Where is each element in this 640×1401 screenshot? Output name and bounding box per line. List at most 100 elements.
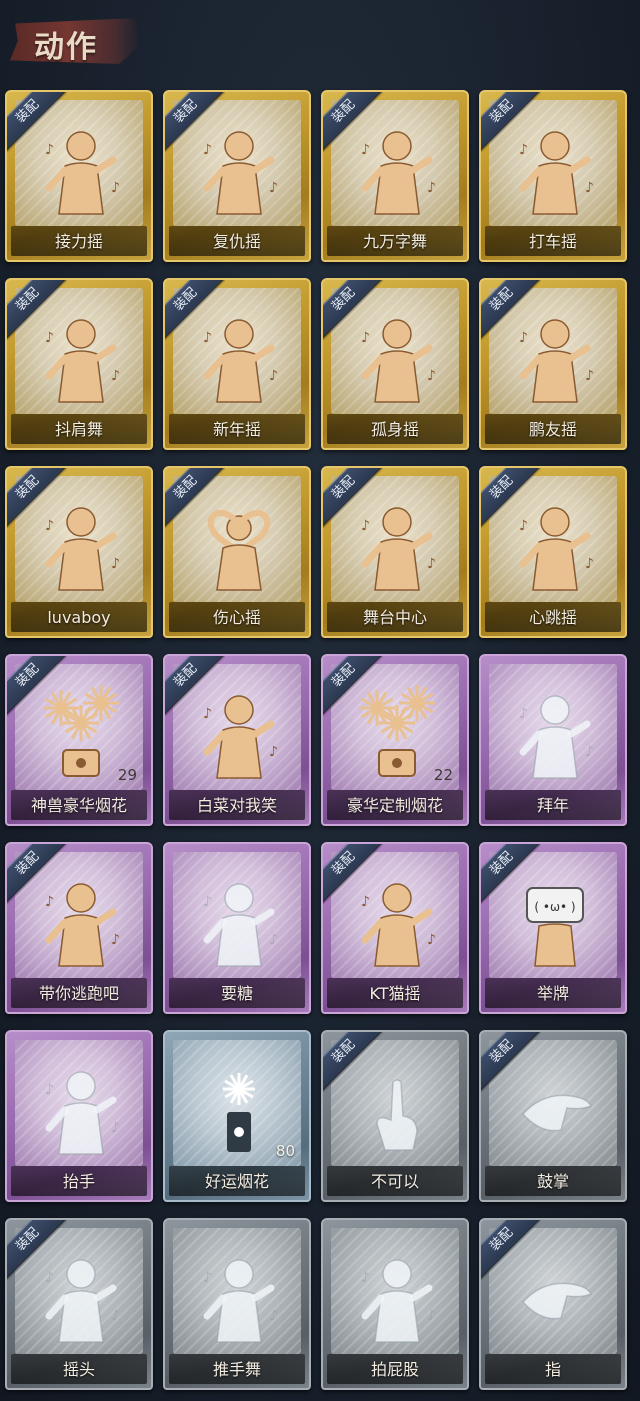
svg-text:♪: ♪ [427,556,436,572]
figure-icon: ♪ ♪ [189,1242,289,1352]
emote-card[interactable]: 22 豪华定制烟花 装配 [321,654,469,826]
emote-card[interactable]: ♪ ♪ 复仇摇 装配 [163,90,311,262]
emote-card[interactable]: 伤心摇 装配 [163,466,311,638]
emote-card[interactable]: ♪ ♪ 带你逃跑吧 装配 [5,842,153,1014]
svg-text:♪: ♪ [585,556,594,572]
emote-name: 打车摇 [528,232,577,251]
emote-name: 好运烟花 [204,1172,269,1191]
emote-name: 心跳摇 [528,608,577,627]
equipped-badge: 装配 [165,656,225,716]
emote-card[interactable]: ♪ ♪ 孤身摇 装配 [321,278,469,450]
svg-text:♪: ♪ [45,1082,54,1098]
emote-name: 举牌 [536,984,569,1003]
svg-text:♪: ♪ [585,368,594,384]
equip-ribbon: 装配 [165,92,225,152]
svg-text:♪: ♪ [269,1308,278,1324]
emote-card[interactable]: ♪ ♪ 要糖 [163,842,311,1014]
emote-card[interactable]: ♪ ♪ luvaboy 装配 [5,466,153,638]
svg-text:♪: ♪ [427,180,436,196]
equipped-badge: 装配 [7,844,67,904]
emote-card[interactable]: ♪ ♪ 接力摇 装配 [5,90,153,262]
emote-card[interactable]: 指 装配 [479,1218,627,1390]
emote-name: 伤心摇 [212,608,261,627]
equipped-badge: 装配 [7,280,67,340]
emote-card[interactable]: ♪ ♪ 白菜对我笑 装配 [163,654,311,826]
emote-card[interactable]: ♪ ♪ 摇头 装配 [5,1218,153,1390]
equipped-badge: 装配 [7,468,67,528]
equipped-badge: 装配 [323,1032,383,1092]
equip-ribbon: 装配 [7,92,67,152]
equip-ribbon: 装配 [323,1032,383,1092]
equipped-badge: 装配 [323,844,383,904]
emote-card[interactable]: ♪ ♪ 推手舞 [163,1218,311,1390]
svg-text:♪: ♪ [427,1308,436,1324]
emote-card[interactable]: ♪ ♪ 舞台中心 装配 [321,466,469,638]
svg-text:♪: ♪ [269,368,278,384]
emote-name: KT猫摇 [369,984,421,1003]
emote-card[interactable]: ( •ω• ) 举牌 装配 [479,842,627,1014]
svg-text:♪: ♪ [427,368,436,384]
emote-card[interactable]: ♪ ♪ 打车摇 装配 [479,90,627,262]
emote-name: 豪华定制烟花 [346,796,443,815]
svg-text:♪: ♪ [269,180,278,196]
bow-figure-icon: ♪ ♪ [505,678,605,788]
emote-card[interactable]: ♪ ♪ 新年摇 装配 [163,278,311,450]
emote-card[interactable]: ♪ ♪ 拍屁股 [321,1218,469,1390]
equipped-badge: 装配 [165,468,225,528]
item-count: 80 [275,1142,295,1160]
svg-text:♪: ♪ [203,894,212,910]
equipped-badge: 装配 [481,92,541,152]
emote-name: 推手舞 [212,1360,261,1379]
equipped-badge: 装配 [481,1032,541,1092]
emote-name: 鹏友摇 [528,420,577,439]
equip-ribbon: 装配 [481,1220,541,1280]
figure-icon: ♪ ♪ [347,1242,447,1352]
emote-card[interactable]: 鼓掌 装配 [479,1030,627,1202]
svg-text:♪: ♪ [111,556,120,572]
equip-ribbon: 装配 [323,468,383,528]
emote-card[interactable]: 不可以 装配 [321,1030,469,1202]
emote-card[interactable]: ♪ ♪ 抬手 [5,1030,153,1202]
equip-ribbon: 装配 [481,844,541,904]
svg-text:♪: ♪ [111,1120,120,1136]
figure-icon: ♪ ♪ [189,866,289,976]
svg-text:♪: ♪ [269,932,278,948]
equip-ribbon: 装配 [323,844,383,904]
emote-card[interactable]: ♪ ♪ 鹏友摇 装配 [479,278,627,450]
equip-ribbon: 装配 [7,468,67,528]
equip-ribbon: 装配 [165,656,225,716]
equipped-badge: 装配 [323,280,383,340]
svg-text:♪: ♪ [111,1308,120,1324]
emote-card[interactable]: ♪ ♪ 抖肩舞 装配 [5,278,153,450]
figure-icon: ♪ ♪ [31,1054,131,1164]
equip-ribbon: 装配 [7,280,67,340]
item-count: 29 [117,766,137,784]
svg-text:♪: ♪ [269,744,278,760]
svg-text:♪: ♪ [361,1270,370,1286]
emote-name: 拍屁股 [370,1360,419,1379]
equip-ribbon: 装配 [7,656,67,716]
emote-name: 指 [544,1360,561,1379]
emote-name: 接力摇 [54,232,103,251]
emote-card[interactable]: ♪ ♪ 九万字舞 装配 [321,90,469,262]
equip-ribbon: 装配 [323,280,383,340]
svg-text:♪: ♪ [203,1270,212,1286]
emote-card[interactable]: 29 神兽豪华烟花 装配 [5,654,153,826]
emote-card[interactable]: ♪ ♪ 拜年 [479,654,627,826]
emote-name: 新年摇 [212,420,261,439]
equip-ribbon: 装配 [481,280,541,340]
equipped-badge: 装配 [7,656,67,716]
equipped-badge: 装配 [481,1220,541,1280]
equipped-badge: 装配 [7,1220,67,1280]
emote-name: 白菜对我笑 [196,796,277,815]
emote-card[interactable]: ♪ ♪ KT猫摇 装配 [321,842,469,1014]
equip-ribbon: 装配 [481,92,541,152]
emote-card[interactable]: 80 好运烟花 [163,1030,311,1202]
equipped-badge: 装配 [165,92,225,152]
equipped-badge: 装配 [323,656,383,716]
emote-name: 带你逃跑吧 [38,984,119,1003]
svg-text:♪: ♪ [519,706,528,722]
firework-tube-icon [189,1054,289,1164]
emote-card[interactable]: ♪ ♪ 心跳摇 装配 [479,466,627,638]
svg-text:♪: ♪ [585,180,594,196]
